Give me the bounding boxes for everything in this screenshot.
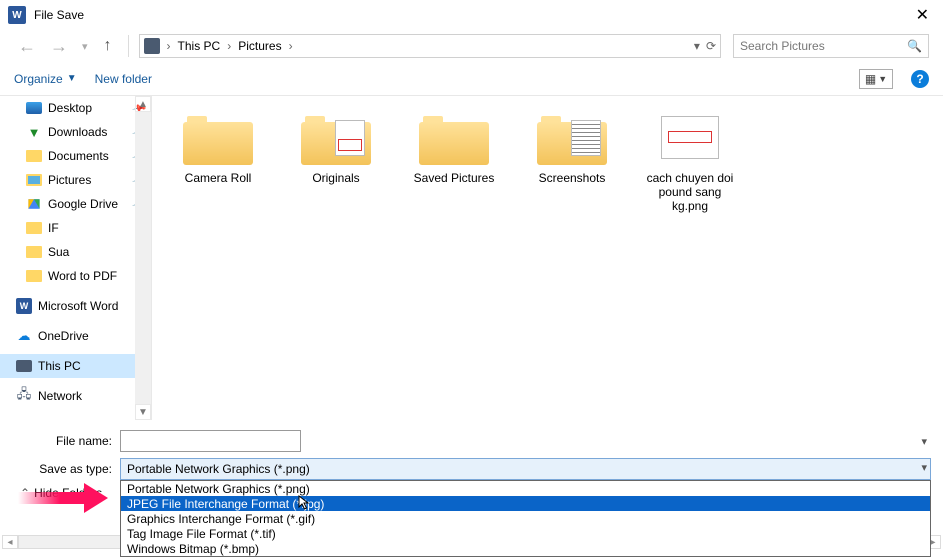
scroll-down-icon[interactable]: ▼ xyxy=(135,404,151,420)
nav-forward-button[interactable]: → xyxy=(46,36,72,57)
search-icon: 🔍 xyxy=(907,39,922,53)
close-button[interactable]: ✕ xyxy=(910,5,935,25)
nav-back-button[interactable]: ← xyxy=(14,36,40,57)
file-item[interactable]: Originals xyxy=(288,110,384,185)
sidebar-item-documents[interactable]: Documents📌 xyxy=(0,144,151,168)
word-icon: W xyxy=(16,298,32,314)
new-folder-button[interactable]: New folder xyxy=(95,72,152,86)
scroll-up-icon[interactable]: ▲ xyxy=(135,96,151,112)
help-button[interactable]: ? xyxy=(911,70,929,88)
file-name-label: File name: xyxy=(12,434,120,448)
pc-icon xyxy=(16,360,32,372)
type-option[interactable]: JPEG File Interchange Format (*.jpg) xyxy=(121,496,930,511)
hide-folders-button[interactable]: Hide Folders xyxy=(34,486,102,500)
breadcrumb-folder[interactable]: Pictures xyxy=(238,39,281,53)
nav-up-button[interactable]: ↑ xyxy=(98,37,118,55)
image-file-icon xyxy=(661,116,719,159)
sidebar-item-desktop[interactable]: Desktop📌 xyxy=(0,96,151,120)
save-as-type-dropdown: Portable Network Graphics (*.png) JPEG F… xyxy=(120,480,931,557)
folder-icon xyxy=(183,110,253,165)
separator xyxy=(128,35,129,57)
sidebar: Desktop📌 ▼Downloads📌 Documents📌 Pictures… xyxy=(0,96,152,420)
type-option[interactable]: Windows Bitmap (*.bmp) xyxy=(121,541,930,556)
chevron-right-icon: › xyxy=(286,39,296,53)
save-as-type-combo[interactable]: Portable Network Graphics (*.png) ▾ Port… xyxy=(120,458,931,480)
folder-icon xyxy=(26,246,42,258)
collapse-icon[interactable]: ⌃ xyxy=(20,486,30,500)
chevron-down-icon[interactable]: ▾ xyxy=(921,435,927,448)
file-item[interactable]: Screenshots xyxy=(524,110,620,185)
sidebar-item-pictures[interactable]: Pictures📌 xyxy=(0,168,151,192)
address-dropdown-icon[interactable]: ▾ xyxy=(694,39,700,53)
app-icon: W xyxy=(8,6,26,24)
organize-label: Organize xyxy=(14,72,63,86)
folder-icon xyxy=(26,222,42,234)
sidebar-item-if[interactable]: IF xyxy=(0,216,151,240)
chevron-right-icon: › xyxy=(224,39,234,53)
chevron-down-icon: ▼ xyxy=(878,74,887,84)
sidebar-scrollbar[interactable]: ▲ ▼ xyxy=(135,96,151,420)
thumbnail-icon xyxy=(571,120,601,156)
file-name-input[interactable] xyxy=(120,430,301,452)
file-item[interactable]: cach chuyen doi pound sang kg.png xyxy=(642,110,738,213)
save-as-type-label: Save as type: xyxy=(12,462,120,476)
type-option[interactable]: Tag Image File Format (*.tif) xyxy=(121,526,930,541)
address-bar[interactable]: › This PC › Pictures › ▾ ⟳ xyxy=(139,34,721,58)
file-item[interactable]: Camera Roll xyxy=(170,110,266,185)
folder-icon xyxy=(419,110,489,165)
type-option[interactable]: Portable Network Graphics (*.png) xyxy=(121,481,930,496)
downloads-icon: ▼ xyxy=(26,124,42,140)
chevron-right-icon: › xyxy=(164,39,174,53)
sidebar-item-downloads[interactable]: ▼Downloads📌 xyxy=(0,120,151,144)
view-icon: ▦ xyxy=(865,72,876,86)
view-mode-button[interactable]: ▦ ▼ xyxy=(859,69,893,89)
sidebar-item-sua[interactable]: Sua xyxy=(0,240,151,264)
onedrive-icon: ☁ xyxy=(16,328,32,344)
folder-icon xyxy=(26,270,42,282)
sidebar-item-msword[interactable]: WMicrosoft Word xyxy=(0,294,151,318)
sidebar-item-network[interactable]: 🖧Network xyxy=(0,384,151,408)
type-option[interactable]: Graphics Interchange Format (*.gif) xyxy=(121,511,930,526)
organize-menu[interactable]: Organize ▼ xyxy=(14,72,77,86)
window-title: File Save xyxy=(34,8,910,22)
breadcrumb-root[interactable]: This PC xyxy=(178,39,221,53)
network-icon: 🖧 xyxy=(16,388,32,404)
sidebar-item-thispc[interactable]: This PC xyxy=(0,354,151,378)
desktop-icon xyxy=(26,102,42,114)
nav-recent-dropdown[interactable]: ▾ xyxy=(78,40,92,53)
file-item[interactable]: Saved Pictures xyxy=(406,110,502,185)
sidebar-item-wordtopdf[interactable]: Word to PDF xyxy=(0,264,151,288)
refresh-icon[interactable]: ⟳ xyxy=(706,39,716,53)
search-input[interactable]: Search Pictures 🔍 xyxy=(733,34,929,58)
search-placeholder: Search Pictures xyxy=(740,39,825,53)
folder-icon xyxy=(26,150,42,162)
pictures-icon xyxy=(26,174,42,186)
thumbnail-icon xyxy=(335,120,365,156)
gdrive-icon xyxy=(28,199,39,209)
chevron-down-icon: ▼ xyxy=(67,73,77,84)
scroll-left-icon[interactable]: ◂ xyxy=(2,535,18,549)
file-grid: Camera Roll Originals Saved Pictures Scr… xyxy=(152,96,943,420)
sidebar-item-gdrive[interactable]: Google Drive📌 xyxy=(0,192,151,216)
sidebar-item-onedrive[interactable]: ☁OneDrive xyxy=(0,324,151,348)
pc-icon xyxy=(144,38,160,54)
